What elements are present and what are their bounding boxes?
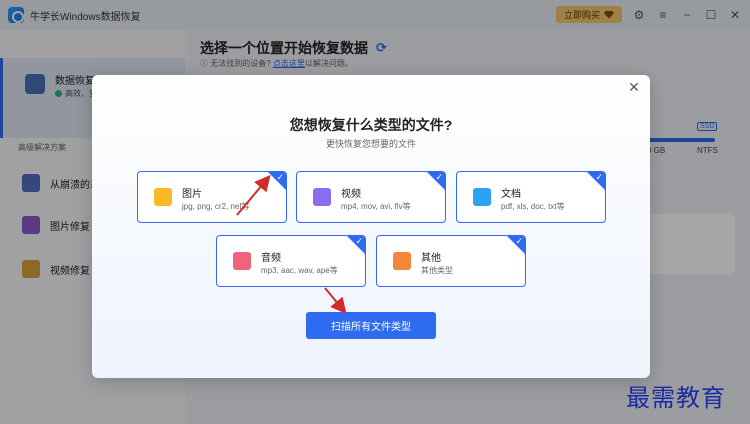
arrow-to-image-card xyxy=(236,174,271,216)
watermark: 最需教育 xyxy=(626,384,726,412)
arrow-to-scan-button xyxy=(324,287,347,315)
file-type-dialog: ✕ 您想恢复什么类型的文件? 更快恢复您想要的文件 ✓ 图片 jpg, png, c… xyxy=(92,75,650,378)
annotation-arrows xyxy=(236,174,347,315)
